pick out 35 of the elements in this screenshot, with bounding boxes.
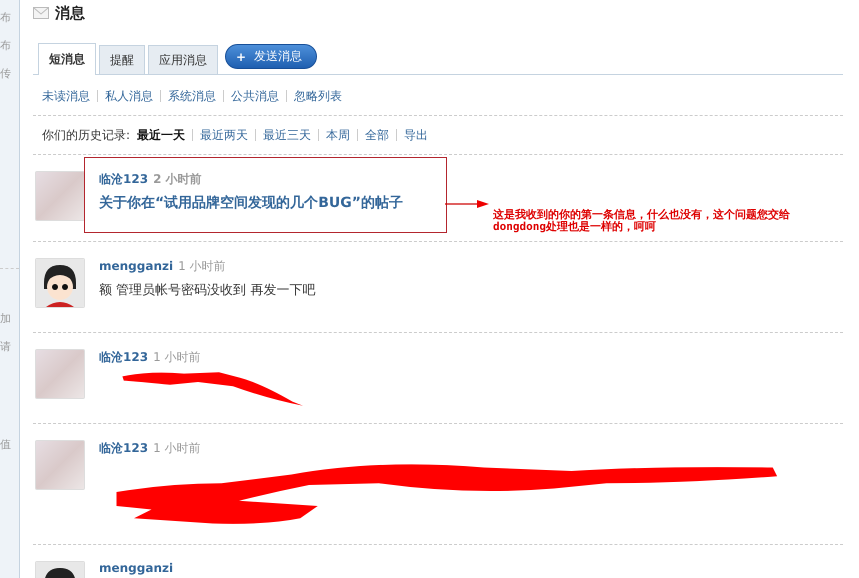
filter-link[interactable]: 公共消息 [231,88,279,104]
annotation-note: 这是我收到的你的第一条信息，什么也没有，这个问题您交给 dongdong处理也是一样的，呵呵 [493,209,790,233]
filter-link[interactable]: 未读消息 [42,88,90,104]
tab[interactable]: 提醒 [99,45,145,74]
author-name[interactable]: mengganzi [99,561,174,575]
tab[interactable]: 短消息 [38,43,96,75]
history-range-link[interactable]: 本周 [326,126,350,144]
message-time: 2 小时前 [153,171,202,188]
message-subject[interactable]: 关于你在“试用品牌空间发现的几个BUG”的帖子 [99,194,403,212]
page-title: 消息 [55,4,85,22]
filter-link[interactable]: 忽略列表 [294,88,342,104]
history-range-link[interactable]: 最近三天 [263,126,312,144]
send-message-button[interactable]: + 发送消息 [225,44,318,69]
annotation-arrow [445,199,489,209]
history-range-link[interactable]: 导出 [404,126,428,144]
avatar-photo-placeholder[interactable] [35,349,85,399]
message-text: 额 管理员帐号密码没收到 再发一下吧 [99,282,316,299]
author-name[interactable]: 临沧123 [99,349,148,366]
author-name[interactable]: 临沧123 [99,440,148,457]
history-label: 你们的历史记录: [42,126,130,144]
filter-link[interactable]: 系统消息 [168,88,216,104]
message-time: 1 小时前 [153,440,201,457]
cartoon-avatar-icon[interactable] [35,258,85,308]
tab[interactable]: 应用消息 [148,45,218,74]
history-range-link[interactable]: 最近一天 [137,126,186,144]
author-name[interactable]: mengganzi [99,259,174,273]
envelope-icon [33,7,49,19]
history-range-link[interactable]: 最近两天 [200,126,248,144]
author-name[interactable]: 临沧123 [99,171,148,188]
message-time: 1 小时前 [178,258,226,275]
filter-link[interactable]: 私人消息 [105,88,153,104]
avatar-photo-placeholder[interactable] [35,440,85,490]
message-time: 1 小时前 [153,349,201,366]
history-range-link[interactable]: 全部 [365,126,390,144]
avatar-photo-placeholder[interactable] [35,171,85,221]
